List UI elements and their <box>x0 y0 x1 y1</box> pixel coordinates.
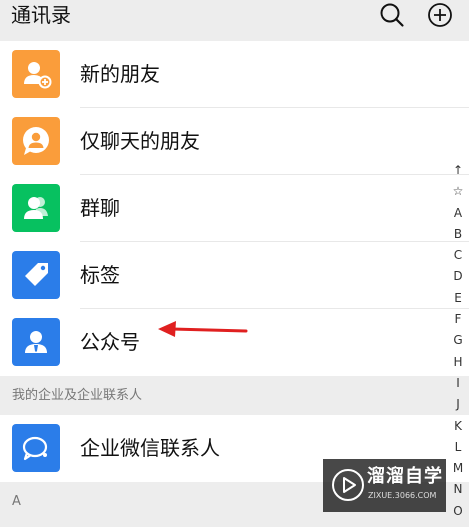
watermark: 溜溜自学 ZIXUE.3066.COM <box>323 459 446 512</box>
annotation-arrow <box>158 321 248 337</box>
play-logo-icon <box>332 469 364 501</box>
watermark-title: 溜溜自学 <box>367 466 443 487</box>
watermark-subtitle: ZIXUE.3066.COM <box>368 491 437 500</box>
